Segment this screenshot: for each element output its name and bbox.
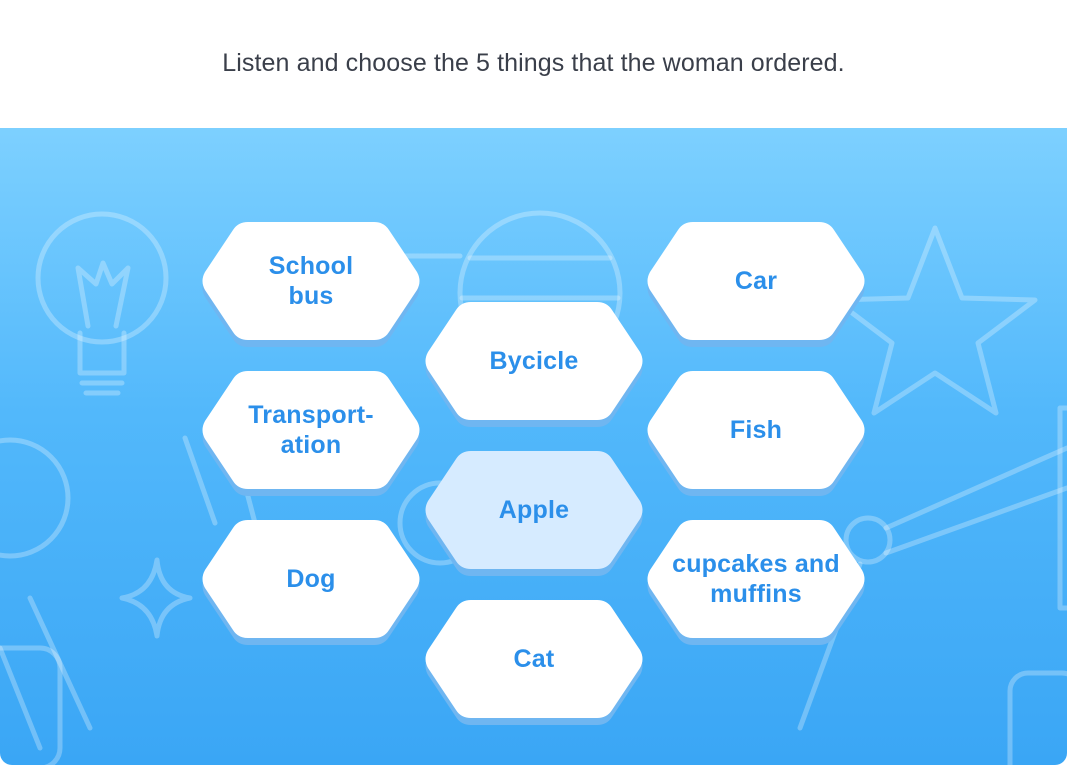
option-fish[interactable]: Fish [645, 369, 867, 496]
option-label: Transport- ation [248, 401, 374, 459]
option-label: Cat [513, 645, 555, 673]
lightbulb-icon [35, 211, 169, 396]
option-car[interactable]: Car [645, 220, 867, 347]
option-dog[interactable]: Dog [200, 518, 422, 645]
sparkle-icon [119, 557, 193, 639]
header: Listen and choose the 5 things that the … [0, 0, 1067, 128]
option-transportation[interactable]: Transport- ation [200, 369, 422, 496]
option-label: Car [734, 267, 778, 295]
option-label: Apple [498, 496, 570, 524]
option-label: Bycicle [489, 347, 579, 375]
option-cat[interactable]: Cat [423, 598, 645, 725]
option-label: School bus [268, 252, 354, 310]
option-label: cupcakes and muffins [672, 550, 840, 608]
instruction-text: Listen and choose the 5 things that the … [222, 48, 845, 77]
answer-board: School bus Car Bycicle Transport- ation Fish… [0, 128, 1067, 765]
option-label: Fish [729, 416, 783, 444]
magnifier-icon [0, 437, 93, 765]
option-bycicle[interactable]: Bycicle [423, 300, 645, 427]
option-school-bus[interactable]: School bus [200, 220, 422, 347]
option-label: Dog [286, 565, 336, 593]
option-cupcakes-and-muffins[interactable]: cupcakes and muffins [645, 518, 867, 645]
option-apple[interactable]: Apple [423, 449, 645, 576]
